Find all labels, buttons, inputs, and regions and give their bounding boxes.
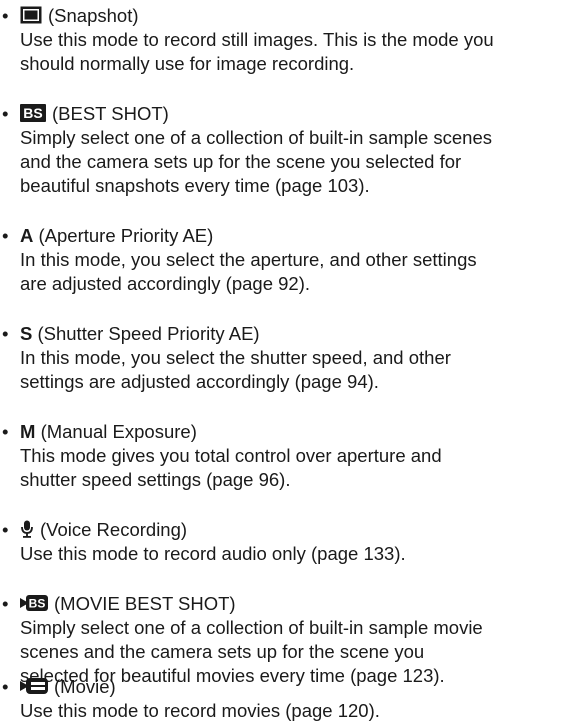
- bullet: •: [2, 421, 9, 442]
- entry-description-line: Simply select one of a collection of bui…: [20, 617, 483, 638]
- entry-description-line: settings are adjusted accordingly (page …: [20, 371, 379, 392]
- list-item-snapshot: • (Snapshot) Use this mode to record sti…: [0, 4, 585, 76]
- list-item-movie: • (Movie) Use this mode to record movies…: [0, 675, 585, 723]
- bullet: •: [2, 676, 9, 697]
- snapshot-icon: [20, 6, 42, 24]
- list-item-best-shot: • BS (BEST SHOT) Simply select one of a …: [0, 102, 585, 198]
- mode-symbol: S: [20, 323, 33, 344]
- list-item-aperture-priority: • A (Aperture Priority AE) In this mode,…: [0, 224, 585, 296]
- entry-description-line: should normally use for image recording.: [20, 53, 355, 74]
- movie-best-shot-icon: BS: [20, 594, 48, 612]
- entry-heading: • (Snapshot): [0, 4, 585, 28]
- bullet: •: [2, 5, 9, 26]
- page: { "bullet": "•", "entries": [ { "icon": …: [0, 0, 585, 728]
- entry-heading: • BS (MOVIE BEST SHOT): [0, 592, 585, 616]
- entry-description-line: Use this mode to record audio only (page…: [20, 543, 406, 564]
- mode-name: (Snapshot): [48, 5, 139, 26]
- entry-heading: • (Movie): [0, 675, 585, 699]
- microphone-icon: [20, 520, 34, 538]
- bullet: •: [2, 225, 9, 246]
- mode-name: (MOVIE BEST SHOT): [54, 593, 236, 614]
- list-item-manual-exposure: • M (Manual Exposure) This mode gives yo…: [0, 420, 585, 492]
- entry-heading: • A (Aperture Priority AE): [0, 224, 585, 248]
- entry-description-line: beautiful snapshots every time (page 103…: [20, 175, 370, 196]
- entry-description-line: Use this mode to record still images. Th…: [20, 29, 494, 50]
- entry-description-line: and the camera sets up for the scene you…: [20, 151, 462, 172]
- entry-description-line: In this mode, you select the aperture, a…: [20, 249, 477, 270]
- entry-description-line: shutter speed settings (page 96).: [20, 469, 291, 490]
- mode-name: (Movie): [54, 676, 116, 697]
- entry-description-line: Use this mode to record movies (page 120…: [20, 700, 380, 721]
- mode-name: (Voice Recording): [40, 519, 188, 540]
- mode-name: (Manual Exposure): [40, 421, 197, 442]
- entry-description-line: In this mode, you select the shutter spe…: [20, 347, 451, 368]
- bullet: •: [2, 323, 9, 344]
- bullet: •: [2, 103, 9, 124]
- mode-name: (BEST SHOT): [52, 103, 169, 124]
- svg-text:BS: BS: [29, 597, 46, 611]
- entry-heading: • S (Shutter Speed Priority AE): [0, 322, 585, 346]
- movie-camera-icon: [20, 677, 48, 695]
- entry-description-line: scenes and the camera sets up for the sc…: [20, 641, 425, 662]
- mode-symbol: A: [20, 225, 34, 246]
- mode-symbol: M: [20, 421, 36, 442]
- entry-description-line: This mode gives you total control over a…: [20, 445, 442, 466]
- best-shot-icon: BS: [20, 104, 46, 122]
- entry-heading: • (Voice Recording): [0, 518, 585, 542]
- entry-heading: • BS (BEST SHOT): [0, 102, 585, 126]
- entry-heading: • M (Manual Exposure): [0, 420, 585, 444]
- mode-name: (Shutter Speed Priority AE): [37, 323, 260, 344]
- list-item-movie-best-shot: • BS (MOVIE BEST SHOT) Simply select one…: [0, 592, 585, 688]
- list-item-voice-recording: • (Voice Recording) Use this mode to rec…: [0, 518, 585, 566]
- bullet: •: [2, 593, 9, 614]
- entry-description-line: are adjusted accordingly (page 92).: [20, 273, 311, 294]
- mode-name: (Aperture Priority AE): [38, 225, 214, 246]
- bullet: •: [2, 519, 9, 540]
- entry-description-line: Simply select one of a collection of bui…: [20, 127, 492, 148]
- svg-text:BS: BS: [23, 105, 42, 121]
- list-item-shutter-priority: • S (Shutter Speed Priority AE) In this …: [0, 322, 585, 394]
